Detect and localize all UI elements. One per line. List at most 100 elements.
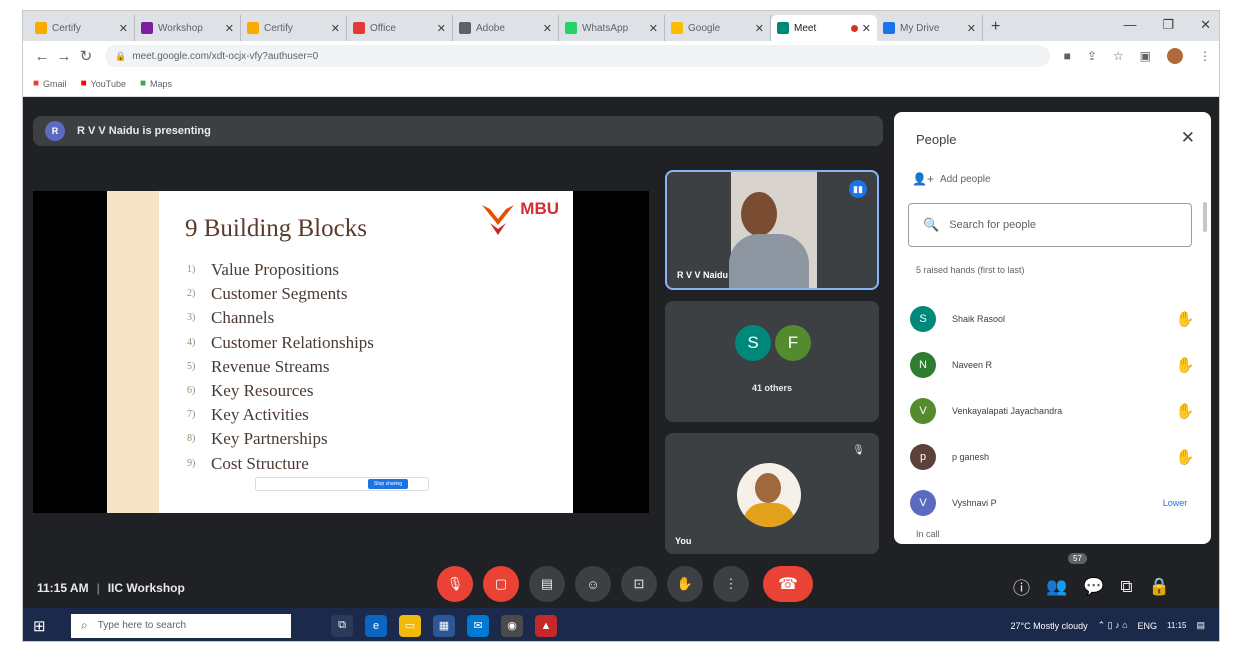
tab-title: My Drive bbox=[900, 22, 940, 34]
browser-tab[interactable]: WhatsApp ✕ bbox=[559, 15, 665, 41]
profile-avatar[interactable] bbox=[1167, 48, 1183, 64]
participant-avatar: S bbox=[910, 306, 936, 332]
close-tab-icon[interactable]: ✕ bbox=[862, 22, 871, 35]
side-panel-icon[interactable]: ▣ bbox=[1140, 49, 1151, 63]
others-tile[interactable]: S F 41 others bbox=[665, 301, 879, 422]
close-tab-icon[interactable]: ✕ bbox=[437, 22, 446, 35]
task-view-icon[interactable]: ⧉ bbox=[331, 614, 353, 637]
browser-tab[interactable]: Workshop ✕ bbox=[135, 15, 241, 41]
more-options-button[interactable]: ⋮ bbox=[713, 566, 749, 602]
close-tab-icon[interactable]: ✕ bbox=[331, 22, 340, 35]
browser-tab[interactable]: Certify ✕ bbox=[241, 15, 347, 41]
browser-tab[interactable]: Meet ✕ bbox=[771, 15, 877, 41]
language-indicator[interactable]: ENG bbox=[1138, 621, 1158, 631]
people-icon[interactable]: 👥 bbox=[1046, 577, 1067, 597]
chat-icon[interactable]: 💬 bbox=[1083, 577, 1104, 597]
close-tab-icon[interactable]: ✕ bbox=[755, 22, 764, 35]
speaking-indicator-icon: ▮▮ bbox=[849, 180, 867, 198]
close-tab-icon[interactable]: ✕ bbox=[649, 22, 658, 35]
item-number: 3) bbox=[187, 312, 196, 324]
bookmark-item[interactable]: ■ Maps bbox=[140, 78, 172, 89]
participant-row[interactable]: p p ganesh ✋ bbox=[910, 434, 1200, 480]
reactions-button[interactable]: ☺ bbox=[575, 566, 611, 602]
panel-scrollbar[interactable] bbox=[1203, 202, 1207, 232]
taskbar-search[interactable]: ⌕ Type here to search bbox=[71, 613, 291, 638]
edge-icon[interactable]: e bbox=[365, 614, 387, 637]
add-people-button[interactable]: 👤+ Add people bbox=[912, 172, 991, 186]
reload-icon[interactable]: ↻ bbox=[75, 47, 97, 65]
menu-kebab-icon[interactable]: ⋮ bbox=[1199, 49, 1211, 63]
close-icon[interactable]: ✕ bbox=[1181, 128, 1195, 148]
share-icon[interactable]: ⇪ bbox=[1087, 49, 1097, 63]
close-window-icon[interactable]: ✕ bbox=[1200, 17, 1211, 33]
mic-off-button[interactable]: 🎙 bbox=[437, 566, 473, 602]
tray-icons[interactable]: ⌃ ▯ ♪ ⌂ bbox=[1098, 620, 1128, 631]
new-tab-icon[interactable]: + bbox=[991, 18, 1000, 36]
tab-title: WhatsApp bbox=[582, 22, 629, 34]
presenter-tile[interactable]: ▮▮ R V V Naidu bbox=[665, 170, 879, 290]
notification-icon[interactable]: ▤ bbox=[1196, 620, 1205, 631]
weather-text[interactable]: 27°C Mostly cloudy bbox=[1010, 621, 1087, 631]
search-people-field[interactable]: 🔍 Search for people bbox=[908, 203, 1192, 247]
windows-start-icon[interactable]: ⊞ bbox=[33, 617, 57, 635]
add-people-label: Add people bbox=[939, 173, 991, 185]
item-number: 9) bbox=[187, 457, 196, 469]
close-tab-icon[interactable]: ✕ bbox=[225, 22, 234, 35]
close-tab-icon[interactable]: ✕ bbox=[543, 22, 552, 35]
browser-tab[interactable]: Office ✕ bbox=[347, 15, 453, 41]
present-button[interactable]: ⊡ bbox=[621, 566, 657, 602]
browser-tab[interactable]: Adobe ✕ bbox=[453, 15, 559, 41]
clock[interactable]: 11:15 bbox=[1167, 621, 1186, 631]
activities-icon[interactable]: ⧉ bbox=[1120, 577, 1132, 597]
forward-icon[interactable]: → bbox=[53, 48, 75, 65]
stop-sharing-button[interactable]: Stop sharing bbox=[367, 479, 408, 489]
camera-off-button[interactable]: ▢ bbox=[483, 566, 519, 602]
back-icon[interactable]: ← bbox=[31, 48, 53, 65]
participant-row[interactable]: S Shaik Rasool ✋ bbox=[910, 296, 1200, 342]
item-text: Cost Structure bbox=[211, 453, 309, 473]
tab-favicon-icon bbox=[565, 22, 577, 34]
screenshot-frame: Certify ✕ Workshop ✕ Certify ✕ Office ✕ Adobe ✕ Wh… bbox=[22, 10, 1220, 642]
close-tab-icon[interactable]: ✕ bbox=[119, 22, 128, 35]
meeting-time: 11:15 AM bbox=[37, 581, 89, 595]
raise-hand-button[interactable]: ✋ bbox=[667, 566, 703, 602]
minimize-icon[interactable]: — bbox=[1123, 17, 1136, 33]
participant-row[interactable]: V Venkayalapati Jayachandra ✋ bbox=[910, 388, 1200, 434]
participant-row[interactable]: V Vyshnavi P Lower bbox=[910, 480, 1200, 526]
bookmark-item[interactable]: ■ Gmail bbox=[33, 78, 67, 89]
leave-call-button[interactable]: ☎ bbox=[763, 566, 813, 602]
browser-tab[interactable]: Google ✕ bbox=[665, 15, 771, 41]
window-controls: — ❐ ✕ bbox=[1123, 17, 1211, 33]
building-block-item: 8) Key Partnerships bbox=[187, 427, 374, 451]
mail-icon[interactable]: ✉ bbox=[467, 614, 489, 637]
bookmark-star-icon[interactable]: ☆ bbox=[1113, 49, 1124, 63]
participant-row[interactable]: N Naveen R ✋ bbox=[910, 342, 1200, 388]
captions-button[interactable]: ▤ bbox=[529, 566, 565, 602]
item-text: Revenue Streams bbox=[211, 356, 330, 376]
tab-favicon-icon bbox=[459, 22, 471, 34]
pdf-app-icon[interactable]: ▲ bbox=[535, 614, 557, 637]
browser-tab[interactable]: My Drive ✕ bbox=[877, 15, 983, 41]
meeting-details-icon[interactable]: ⓘ bbox=[1013, 574, 1030, 599]
store-icon[interactable]: ▦ bbox=[433, 614, 455, 637]
close-tab-icon[interactable]: ✕ bbox=[967, 22, 976, 35]
file-explorer-icon[interactable]: ▭ bbox=[399, 614, 421, 637]
participant-avatar: N bbox=[910, 352, 936, 378]
self-tile[interactable]: 🎙 You bbox=[665, 433, 879, 554]
address-bar[interactable]: 🔒 meet.google.com/xdt-ocjx-vfy?authuser=… bbox=[105, 45, 1050, 67]
building-block-item: 6) Key Resources bbox=[187, 379, 374, 403]
host-controls-icon[interactable]: 🔒 bbox=[1148, 577, 1169, 597]
maximize-icon[interactable]: ❐ bbox=[1162, 17, 1174, 33]
tab-favicon-icon bbox=[141, 22, 153, 34]
lower-hand-button[interactable]: Lower bbox=[1150, 498, 1200, 508]
bookmark-item[interactable]: ■ YouTube bbox=[81, 78, 126, 89]
item-text: Key Partnerships bbox=[211, 429, 328, 449]
presenting-text: R V V Naidu is presenting bbox=[77, 125, 211, 137]
chrome-icon[interactable]: ◉ bbox=[501, 614, 523, 637]
tab-title: Meet bbox=[794, 22, 817, 34]
self-avatar bbox=[737, 463, 801, 527]
camera-indicator-icon[interactable]: ■ bbox=[1064, 49, 1071, 63]
browser-tab[interactable]: Certify ✕ bbox=[29, 15, 135, 41]
tab-title: Adobe bbox=[476, 22, 505, 34]
url-text: meet.google.com/xdt-ocjx-vfy?authuser=0 bbox=[132, 50, 319, 62]
